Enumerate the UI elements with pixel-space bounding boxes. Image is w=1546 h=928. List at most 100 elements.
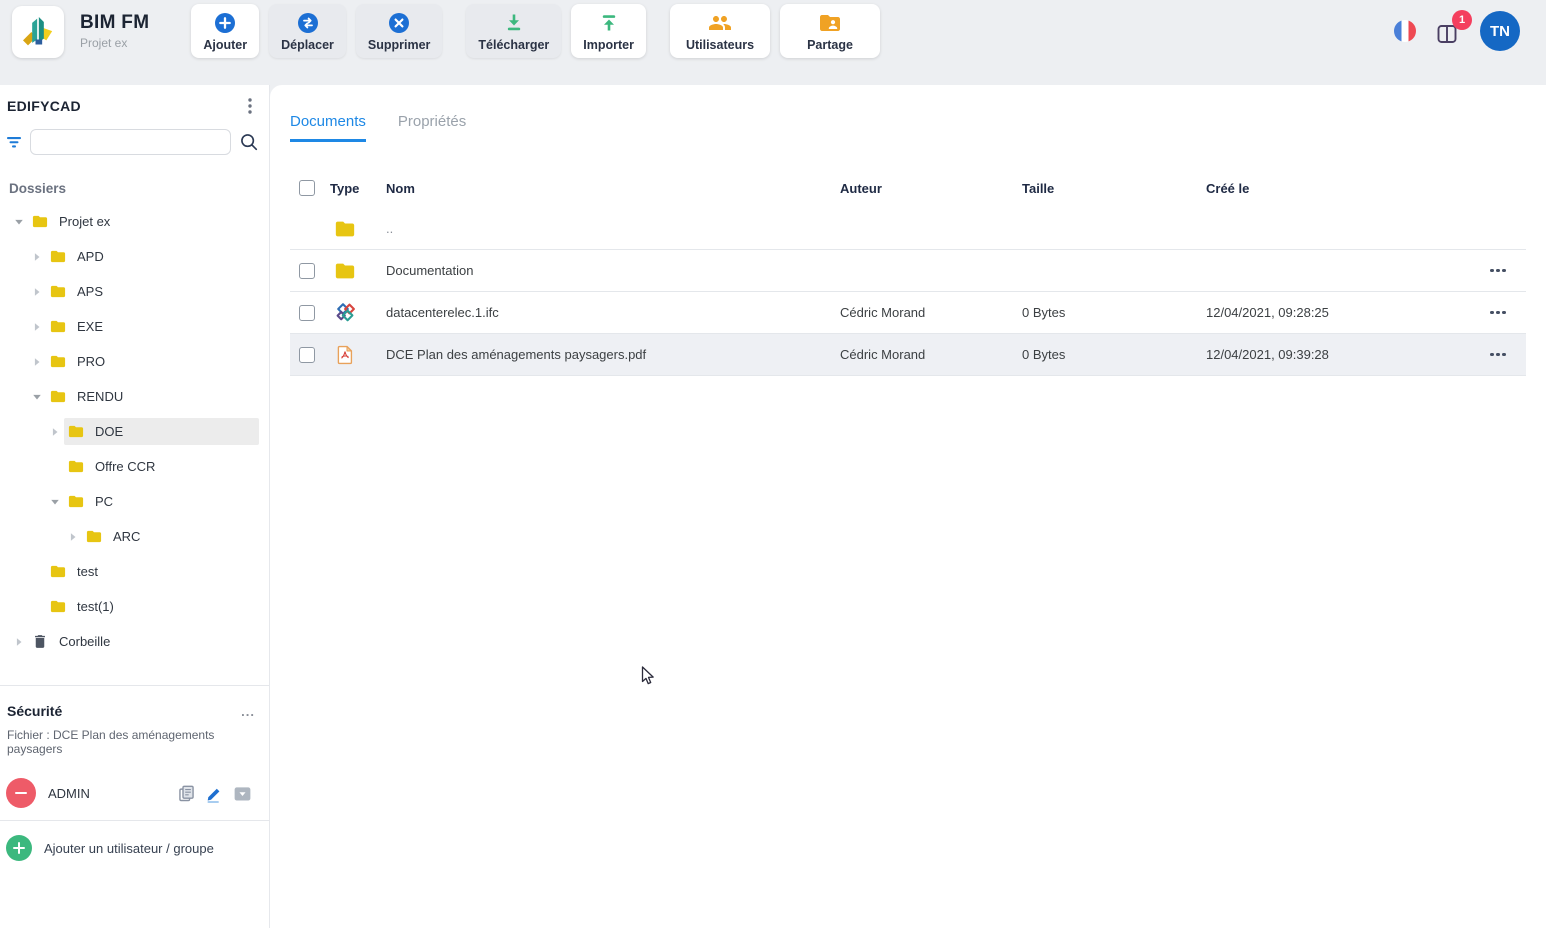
download-icon bbox=[502, 11, 526, 35]
user-avatar[interactable]: TN bbox=[1480, 11, 1520, 51]
folder-icon bbox=[66, 458, 86, 475]
caret-right-icon[interactable] bbox=[64, 532, 82, 542]
toolbar-button-supprimer[interactable]: Supprimer bbox=[355, 4, 443, 58]
toolbar-button-telecharger[interactable]: Télécharger bbox=[466, 4, 562, 58]
toolbar-button-label: Partage bbox=[807, 38, 853, 52]
folder-icon bbox=[48, 248, 68, 265]
column-header-type: Type bbox=[330, 180, 360, 196]
notifications-panel-button[interactable]: 1 bbox=[1434, 10, 1472, 44]
app-window: BIM FM Projet ex Ajouter Déplacer Supprime… bbox=[0, 0, 1546, 928]
row-checkbox[interactable] bbox=[299, 304, 315, 321]
toolbar-button-label: Utilisateurs bbox=[685, 38, 755, 52]
dropdown-icon[interactable] bbox=[232, 783, 253, 804]
tab-documents[interactable]: Documents bbox=[290, 105, 366, 142]
edit-icon[interactable] bbox=[204, 783, 225, 804]
language-flag-icon[interactable] bbox=[1394, 20, 1416, 42]
security-title: Sécurité bbox=[7, 703, 63, 719]
table-row[interactable]: datacenterelec.1.ifc Cédric Morand 0 Bytes… bbox=[290, 292, 1526, 334]
brand-title: EDIFYCAD bbox=[7, 98, 81, 114]
tree-item-exe[interactable]: EXE bbox=[6, 309, 259, 344]
tree-item-inner: RENDU bbox=[46, 383, 259, 410]
row-checkbox-cell bbox=[290, 304, 330, 321]
toolbar-button-importer[interactable]: Importer bbox=[571, 4, 646, 58]
users-icon bbox=[708, 11, 732, 35]
tree-item-apd[interactable]: APD bbox=[6, 239, 259, 274]
tree-item-label: EXE bbox=[77, 319, 104, 334]
top-header: BIM FM Projet ex Ajouter Déplacer Supprime… bbox=[0, 0, 1546, 62]
tree-item-inner: Projet ex bbox=[28, 208, 259, 235]
caret-right-icon[interactable] bbox=[28, 252, 46, 262]
caret-right-icon[interactable] bbox=[46, 427, 64, 437]
app-title-block: BIM FM Projet ex bbox=[80, 12, 149, 50]
copy-icon[interactable] bbox=[176, 783, 197, 804]
caret-right-icon[interactable] bbox=[28, 322, 46, 332]
security-more-button[interactable]: ... bbox=[241, 704, 255, 719]
security-divider bbox=[0, 820, 269, 821]
remove-permission-icon[interactable] bbox=[6, 778, 36, 808]
tree-item-inner: test(1) bbox=[46, 593, 259, 620]
table-row[interactable]: DCE Plan des aménagements paysagers.pdf C… bbox=[290, 334, 1526, 376]
app-logo[interactable] bbox=[12, 6, 64, 58]
tree-item-arc[interactable]: ARC bbox=[6, 519, 259, 554]
row-actions-menu-icon[interactable] bbox=[1488, 347, 1507, 362]
search-input[interactable] bbox=[30, 129, 231, 155]
search-icon[interactable] bbox=[239, 132, 259, 152]
select-all-checkbox[interactable] bbox=[299, 180, 315, 196]
tree-item-aps[interactable]: APS bbox=[6, 274, 259, 309]
trash-icon bbox=[30, 633, 50, 650]
caret-right-icon[interactable] bbox=[28, 287, 46, 297]
tab-proprietes[interactable]: Propriétés bbox=[398, 105, 466, 142]
tree-item-rendu[interactable]: RENDU bbox=[6, 379, 259, 414]
row-checkbox-cell bbox=[290, 346, 330, 363]
plus-icon bbox=[6, 835, 32, 861]
tree-item-pro[interactable]: PRO bbox=[6, 344, 259, 379]
tree-item-test-1-[interactable]: test(1) bbox=[6, 589, 259, 624]
caret-right-icon[interactable] bbox=[28, 357, 46, 367]
caret-down-icon[interactable] bbox=[28, 392, 46, 402]
tree-item-pc[interactable]: PC bbox=[6, 484, 259, 519]
kebab-icon bbox=[248, 98, 252, 114]
row-checkbox[interactable] bbox=[299, 262, 315, 279]
row-actions-menu-icon[interactable] bbox=[1488, 263, 1507, 278]
row-type-cell bbox=[330, 260, 386, 282]
row-name: DCE Plan des aménagements paysagers.pdf bbox=[386, 347, 647, 362]
row-actions-cell bbox=[1470, 263, 1526, 278]
tree-item-label: test(1) bbox=[77, 599, 114, 614]
toolbar-button-ajouter[interactable]: Ajouter bbox=[191, 4, 260, 58]
tree-item-doe[interactable]: DOE bbox=[6, 414, 259, 449]
tree-item-inner: APS bbox=[46, 278, 259, 305]
tree-item-corbeille[interactable]: Corbeille bbox=[6, 624, 259, 659]
toolbar-button-partage[interactable]: Partage bbox=[780, 4, 880, 58]
toolbar-button-deplacer[interactable]: Déplacer bbox=[269, 4, 346, 58]
add-user-group-label: Ajouter un utilisateur / groupe bbox=[44, 840, 214, 856]
tabs: Documents Propriétés bbox=[290, 105, 1526, 142]
column-header-created: Créé le bbox=[1206, 180, 1250, 196]
folder-icon bbox=[66, 493, 86, 510]
tree-item-label: Offre CCR bbox=[95, 459, 156, 474]
content-area: EDIFYCAD Dossiers Projet ex APD APS EXE … bbox=[0, 85, 1546, 928]
toolbar-button-utilisateurs[interactable]: Utilisateurs bbox=[670, 4, 770, 58]
caret-right-icon[interactable] bbox=[10, 637, 28, 647]
column-header-name: Nom bbox=[386, 180, 415, 196]
caret-down-icon[interactable] bbox=[10, 217, 28, 227]
row-created: 12/04/2021, 09:28:25 bbox=[1206, 305, 1329, 320]
toolbar-button-label: Déplacer bbox=[281, 38, 334, 52]
filter-icon[interactable] bbox=[6, 135, 22, 149]
table-row[interactable]: Documentation bbox=[290, 250, 1526, 292]
table-row[interactable]: .. bbox=[290, 208, 1526, 250]
folder-icon bbox=[334, 260, 356, 282]
row-checkbox[interactable] bbox=[299, 346, 315, 363]
sidebar-menu-button[interactable] bbox=[241, 97, 259, 115]
row-actions-menu-icon[interactable] bbox=[1488, 305, 1507, 320]
tree-item-test[interactable]: test bbox=[6, 554, 259, 589]
tree-item-label: Corbeille bbox=[59, 634, 111, 649]
tree-item-offre-ccr[interactable]: Offre CCR bbox=[6, 449, 259, 484]
row-actions-cell bbox=[1470, 347, 1526, 362]
caret-down-icon[interactable] bbox=[46, 497, 64, 507]
tree-item-projet-ex[interactable]: Projet ex bbox=[6, 204, 259, 239]
row-type-cell bbox=[330, 301, 386, 325]
table-body: .. Documentation datacenterelec.1.ifc Cédri… bbox=[290, 208, 1526, 376]
add-user-group-button[interactable]: Ajouter un utilisateur / groupe bbox=[6, 835, 259, 861]
share-folder-icon bbox=[818, 11, 842, 35]
toolbar-button-label: Supprimer bbox=[367, 38, 431, 52]
